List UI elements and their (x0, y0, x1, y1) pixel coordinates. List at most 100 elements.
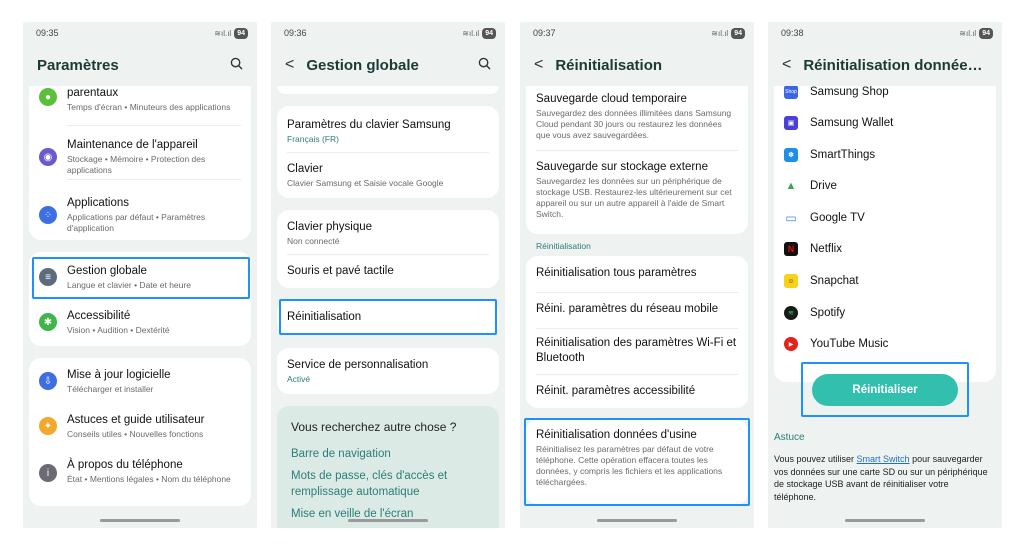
reset-options-group: Réinitialisation tous paramètres Réini. … (526, 256, 748, 408)
samsung-keyboard-settings[interactable]: Paramètres du clavier Samsung Français (… (287, 118, 489, 145)
input-group: Clavier physique Non connecté Souris et … (277, 210, 499, 288)
reset-mobile-network-item[interactable]: Réini. paramètres du réseau mobile (536, 302, 738, 317)
settings-group-2: ≡ Gestion globale Langue et clavier • Da… (29, 252, 251, 346)
customization-service-item[interactable]: Service de personnalisation Activé (287, 358, 489, 385)
status-time: 09:38 (781, 28, 804, 38)
settings-item-about-phone[interactable]: i À propos du téléphone État • Mentions … (29, 458, 251, 498)
customization-group: Service de personnalisation Activé (277, 348, 499, 394)
battery-icon: 94 (979, 27, 993, 39)
page-title: Réinitialisation données... (803, 56, 988, 74)
back-arrow-icon[interactable]: < (285, 56, 294, 74)
back-arrow-icon[interactable]: < (782, 56, 791, 74)
nav-handle[interactable] (845, 519, 925, 522)
accessibility-icon: ✱ (39, 313, 57, 331)
status-time: 09:36 (284, 28, 307, 38)
section-label-reset: Réinitialisation (536, 241, 591, 251)
apps-list-card: Shop Samsung Shop ▣ Samsung Wallet ✽ Sma… (774, 86, 996, 382)
physical-keyboard-item[interactable]: Clavier physique Non connecté (287, 220, 489, 247)
search-icon[interactable] (230, 57, 243, 74)
temporary-cloud-backup-item[interactable]: Sauvegarde cloud temporaire Sauvegardez … (536, 92, 738, 141)
settings-group-3: ⇩ Mise à jour logicielle Télécharger et … (29, 358, 251, 506)
samsung-wallet-icon: ▣ (784, 116, 798, 130)
mouse-touchpad-item[interactable]: Souris et pavé tactile (287, 264, 489, 279)
general-management-screen: 09:36 ≋ıl.ıl 94 < Gestion globale Paramè… (271, 22, 505, 528)
nav-handle[interactable] (597, 519, 677, 522)
software-update-icon: ⇩ (39, 372, 57, 390)
app-samsung-wallet: ▣ Samsung Wallet (784, 113, 986, 133)
link-navigation-bar[interactable]: Barre de navigation (291, 446, 489, 462)
reset-screen: 09:37 ≋ıl.ıl 94 < Réinitialisation Sauve… (520, 22, 754, 528)
app-google-tv: ▭ Google TV (784, 211, 865, 225)
reset-accessibility-item[interactable]: Réinit. paramètres accessibilité (536, 384, 738, 399)
netflix-icon: N (784, 242, 798, 256)
backup-group: Sauvegarde cloud temporaire Sauvegardez … (526, 86, 748, 234)
page-header: < Réinitialisation (520, 44, 754, 86)
wifi-signal-icon: ≋ıl.ıl (959, 28, 977, 38)
battery-icon: 94 (731, 27, 745, 39)
device-care-icon: ◉ (39, 148, 57, 166)
reset-item[interactable]: Réinitialisation (287, 310, 489, 325)
back-arrow-icon[interactable]: < (534, 56, 543, 74)
page-header: < Gestion globale (271, 44, 505, 86)
status-bar: 09:35 ≋ıl.ıl 94 (23, 22, 257, 44)
app-samsung-shop: Shop Samsung Shop (784, 86, 889, 99)
status-bar: 09:36 ≋ıl.ıl 94 (271, 22, 505, 44)
link-passwords[interactable]: Mots de passe, clés d'accès et remplissa… (291, 468, 489, 500)
nav-handle[interactable] (100, 519, 180, 522)
settings-group-1: ● parentaux Temps d'écran • Minuteurs de… (29, 86, 251, 240)
app-drive: ▲ Drive (784, 179, 837, 193)
external-storage-backup-item[interactable]: Sauvegarde sur stockage externe Sauvegar… (536, 160, 738, 220)
smartthings-icon: ✽ (784, 148, 798, 162)
snapchat-icon: ☺ (784, 274, 798, 288)
page-header: < Réinitialisation données... (768, 44, 1002, 86)
reset-group: Réinitialisation (277, 300, 499, 334)
settings-item-tips[interactable]: ✦ Astuces et guide utilisateur Conseils … (29, 413, 251, 441)
keyboard-group: Paramètres du clavier Samsung Français (… (277, 106, 499, 198)
search-icon[interactable] (478, 57, 491, 74)
wifi-signal-icon: ≋ıl.ıl (462, 28, 480, 38)
google-tv-icon: ▭ (784, 211, 798, 225)
page-title: Paramètres (37, 56, 119, 74)
samsung-shop-icon: Shop (784, 86, 798, 99)
status-time: 09:37 (533, 28, 556, 38)
settings-item-software-update[interactable]: ⇩ Mise à jour logicielle Télécharger et … (29, 368, 251, 396)
smart-switch-link[interactable]: Smart Switch (857, 454, 910, 464)
settings-screen: 09:35 ≋ıl.ıl 94 Paramètres ● parentaux T… (23, 22, 257, 528)
status-bar: 09:38 ≋ıl.ıl 94 (768, 22, 1002, 44)
page-title: Réinitialisation (555, 56, 663, 74)
page-title: Gestion globale (306, 56, 419, 74)
settings-item-applications[interactable]: ⁘ Applications Applications par défaut •… (29, 196, 251, 236)
wifi-signal-icon: ≋ıl.ıl (214, 28, 232, 38)
battery-icon: 94 (234, 27, 248, 39)
parental-controls-icon: ● (39, 88, 57, 106)
youtube-music-icon: ▶ (784, 337, 798, 351)
app-smartthings: ✽ SmartThings (784, 145, 986, 165)
battery-icon: 94 (482, 27, 496, 39)
factory-reset-group: Réinitialisation données d'usine Réiniti… (526, 420, 748, 504)
nav-handle[interactable] (348, 519, 428, 522)
reset-wifi-bluetooth-item[interactable]: Réinitialisation des paramètres Wi-Fi et… (536, 336, 738, 366)
factory-reset-screen: 09:38 ≋ıl.ıl 94 < Réinitialisation donné… (768, 22, 1002, 528)
suggestions-card: Vous recherchez autre chose ? Barre de n… (277, 406, 499, 528)
status-time: 09:35 (36, 28, 59, 38)
app-spotify: ≋ Spotify (784, 303, 986, 323)
keyboard-item[interactable]: Clavier Clavier Samsung et Saisie vocale… (287, 162, 489, 189)
tips-icon: ✦ (39, 417, 57, 435)
app-youtube-music: ▶ YouTube Music (784, 334, 986, 354)
tip-title: Astuce (774, 432, 805, 443)
suggestions-title: Vous recherchez autre chose ? (291, 420, 457, 434)
factory-reset-item[interactable]: Réinitialisation données d'usine Réiniti… (536, 428, 738, 488)
status-bar: 09:37 ≋ıl.ıl 94 (520, 22, 754, 44)
tip-text: Vous pouvez utiliser Smart Switch pour s… (774, 454, 988, 502)
spotify-icon: ≋ (784, 306, 798, 320)
app-snapchat: ☺ Snapchat (784, 271, 986, 291)
settings-item-parental[interactable]: ● parentaux Temps d'écran • Minuteurs de… (29, 86, 251, 126)
settings-item-device-care[interactable]: ◉ Maintenance de l'appareil Stockage • M… (29, 138, 251, 180)
settings-item-general-management[interactable]: ≡ Gestion globale Langue et clavier • Da… (29, 264, 251, 292)
settings-item-accessibility[interactable]: ✱ Accessibilité Vision • Audition • Dext… (29, 309, 251, 337)
apps-icon: ⁘ (39, 206, 57, 224)
page-header: Paramètres (23, 44, 257, 86)
wifi-signal-icon: ≋ıl.ıl (711, 28, 729, 38)
reset-all-settings-item[interactable]: Réinitialisation tous paramètres (536, 266, 738, 281)
reset-button[interactable]: Réinitialiser (812, 374, 958, 406)
